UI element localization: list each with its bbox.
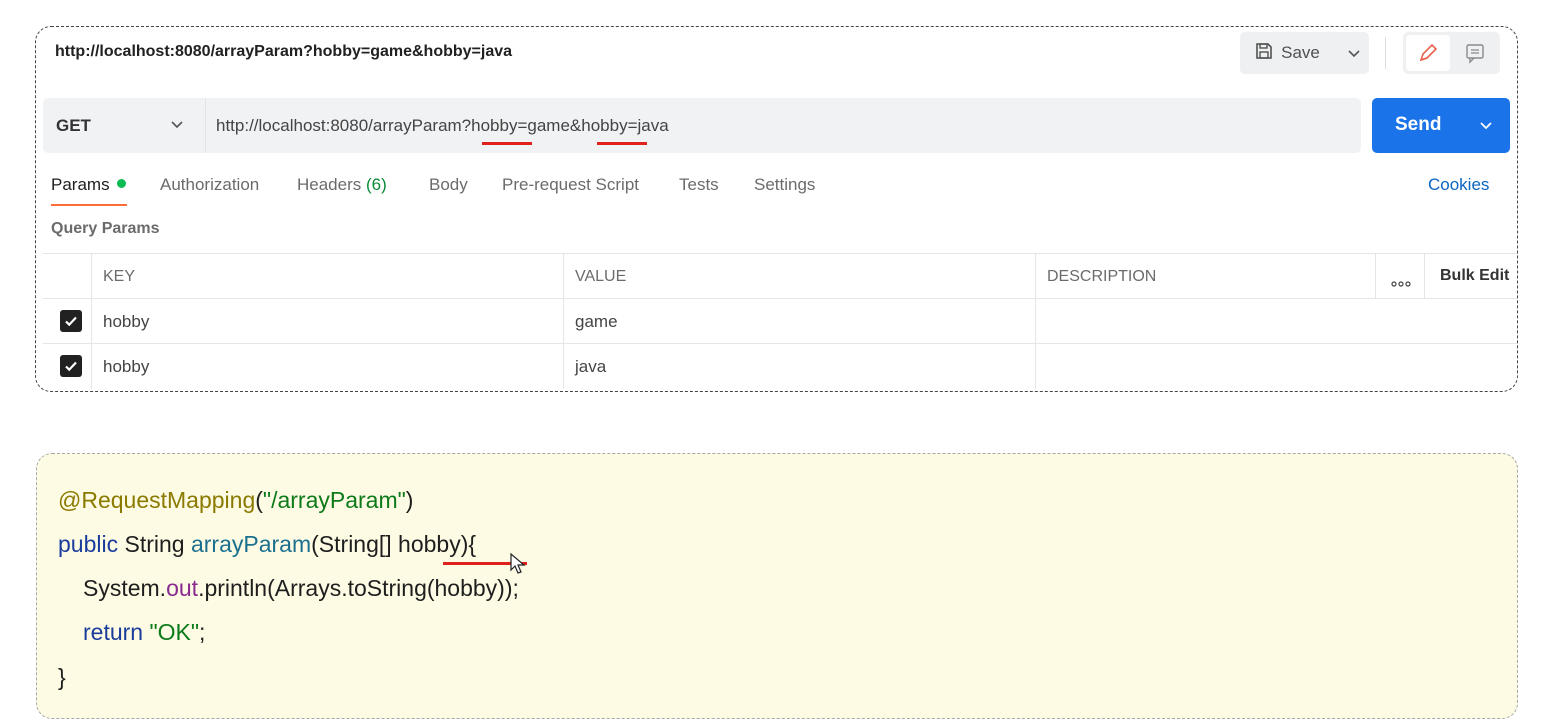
out-field-token: out bbox=[166, 575, 199, 601]
tab-headers[interactable]: Headers (6) bbox=[297, 175, 387, 195]
request-panel: http://localhost:8080/arrayParam?hobby=g… bbox=[35, 26, 1518, 392]
view-toggle-group bbox=[1403, 32, 1500, 74]
annotation-underline bbox=[482, 142, 532, 145]
code-line-close-brace: } bbox=[58, 664, 66, 690]
return-string-token: "OK" bbox=[149, 619, 200, 645]
checkmark-icon bbox=[65, 361, 77, 372]
table-row: hobby java bbox=[43, 343, 1517, 389]
save-label: Save bbox=[1281, 43, 1320, 62]
code-line-return: return "OK"; bbox=[83, 619, 206, 645]
row-checkbox[interactable] bbox=[60, 355, 82, 377]
checkmark-icon bbox=[65, 316, 77, 327]
send-chevron-down-icon[interactable] bbox=[1478, 114, 1494, 141]
tab-settings[interactable]: Settings bbox=[754, 175, 815, 195]
column-header-value: VALUE bbox=[575, 268, 627, 285]
tab-body[interactable]: Body bbox=[429, 175, 468, 195]
query-params-label: Query Params bbox=[51, 220, 160, 237]
bulk-edit-button[interactable]: Bulk Edit bbox=[1440, 267, 1509, 285]
tab-authorization[interactable]: Authorization bbox=[160, 175, 259, 195]
tab-pre-request-script[interactable]: Pre-request Script bbox=[502, 175, 639, 195]
tab-tests[interactable]: Tests bbox=[679, 175, 719, 195]
comment-icon[interactable] bbox=[1455, 35, 1495, 71]
code-line-annotation: @RequestMapping("/arrayParam") bbox=[58, 487, 414, 513]
param-value-cell[interactable]: java bbox=[575, 357, 606, 377]
save-button[interactable]: Save bbox=[1240, 32, 1335, 74]
cookies-link[interactable]: Cookies bbox=[1428, 175, 1489, 195]
table-row: hobby game bbox=[43, 298, 1517, 344]
code-panel: @RequestMapping("/arrayParam") public St… bbox=[36, 453, 1518, 719]
keyword-public: public bbox=[58, 531, 119, 557]
code-line-signature: public String arrayParam(String[] hobby)… bbox=[58, 531, 477, 557]
param-key-cell[interactable]: hobby bbox=[103, 312, 149, 332]
request-bar: GET http://localhost:8080/arrayParam?hob… bbox=[43, 98, 1361, 153]
send-label: Send bbox=[1395, 114, 1442, 135]
method-chevron-down-icon[interactable] bbox=[170, 116, 184, 134]
save-group: Save bbox=[1240, 32, 1369, 74]
row-checkbox[interactable] bbox=[60, 310, 82, 332]
table-header-row: KEY VALUE DESCRIPTION Bulk Edit bbox=[43, 253, 1517, 299]
column-header-key: KEY bbox=[103, 268, 136, 285]
send-button[interactable]: Send bbox=[1372, 98, 1510, 153]
method-select[interactable]: GET bbox=[56, 116, 91, 136]
path-string-token: "/arrayParam" bbox=[262, 487, 406, 513]
param-value-cell[interactable]: game bbox=[575, 312, 618, 332]
column-header-description: DESCRIPTION bbox=[1047, 268, 1157, 285]
url-input[interactable]: http://localhost:8080/arrayParam?hobby=g… bbox=[205, 98, 1356, 153]
method-name-token: arrayParam bbox=[190, 531, 312, 557]
toolbar-divider bbox=[1385, 37, 1386, 69]
url-text[interactable]: http://localhost:8080/arrayParam?hobby=g… bbox=[216, 116, 669, 136]
keyword-return: return bbox=[83, 619, 144, 645]
save-icon bbox=[1255, 42, 1273, 65]
save-options-chevron-down-icon[interactable] bbox=[1338, 32, 1369, 74]
annotation-underline bbox=[597, 142, 647, 145]
headers-count: (6) bbox=[366, 175, 387, 194]
tab-params[interactable]: Params bbox=[51, 175, 126, 195]
code-line-println: System.out.println(Arrays.toString(hobby… bbox=[83, 575, 519, 601]
active-tab-indicator bbox=[51, 204, 127, 206]
params-status-dot bbox=[116, 179, 126, 188]
annotation-token: @RequestMapping bbox=[58, 487, 256, 513]
more-options-icon[interactable] bbox=[1391, 274, 1411, 292]
pencil-icon[interactable] bbox=[1406, 35, 1450, 71]
param-key-cell[interactable]: hobby bbox=[103, 357, 149, 377]
request-title[interactable]: http://localhost:8080/arrayParam?hobby=g… bbox=[55, 43, 512, 61]
